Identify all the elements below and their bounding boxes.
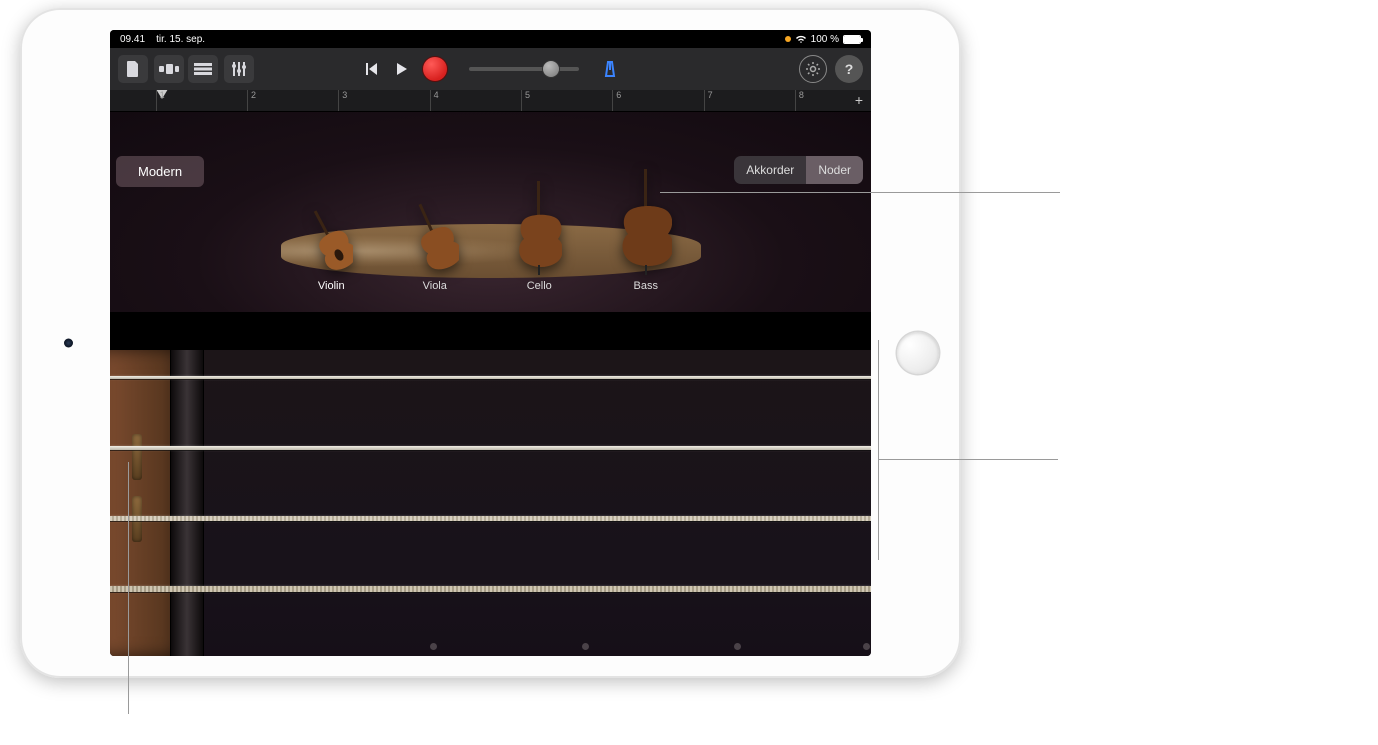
play-button[interactable] [393, 61, 409, 77]
track-controls-button[interactable] [224, 55, 254, 83]
nut [170, 350, 204, 656]
instrument-label: Bass [634, 280, 658, 292]
mode-segment[interactable]: Akkorder Noder [734, 156, 863, 184]
status-date: tir. 15. sep. [156, 34, 205, 45]
instrument-cello[interactable]: Cello [516, 181, 562, 292]
screen: 09.41 tir. 15. sep. 100 % [110, 30, 871, 656]
bar-marker: 2 [247, 90, 256, 111]
tracks-view-button[interactable] [188, 55, 218, 83]
string-4[interactable] [110, 586, 871, 592]
bar-marker: 1 [156, 90, 165, 111]
stage: Violin Viola [281, 168, 701, 298]
bar-marker: 8 [795, 90, 804, 111]
instrument-viola[interactable]: Viola [411, 199, 459, 292]
fret-marker [430, 643, 437, 650]
instrument-label: Viola [423, 280, 447, 292]
settings-button[interactable] [799, 55, 827, 83]
ipad-frame: 09.41 tir. 15. sep. 100 % [20, 8, 961, 678]
volume-knob[interactable] [543, 61, 559, 77]
instrument-browser-button[interactable] [154, 55, 184, 83]
status-right: 100 % [785, 34, 861, 45]
master-volume-slider[interactable] [469, 67, 579, 71]
string-1[interactable] [110, 376, 871, 379]
record-button[interactable] [423, 57, 447, 81]
style-label: Modern [138, 164, 182, 179]
fret-marker [582, 643, 589, 650]
go-to-start-button[interactable] [363, 61, 379, 77]
mode-akkorder[interactable]: Akkorder [734, 156, 806, 184]
callout-line [878, 340, 879, 560]
callout-line [128, 462, 129, 714]
instrument-stage: Modern Akkorder Noder [110, 112, 871, 312]
status-time: 09.41 [120, 34, 145, 45]
instrument-label: Cello [527, 280, 552, 292]
toolbar: ? [110, 48, 871, 90]
front-camera [64, 339, 73, 348]
timeline-ruler[interactable]: 1 2 3 4 5 6 7 8 + [110, 90, 871, 112]
callout-line [878, 459, 1058, 460]
fret-marker [734, 643, 741, 650]
help-button[interactable]: ? [835, 55, 863, 83]
touch-instrument-strings[interactable] [110, 350, 871, 656]
status-bar: 09.41 tir. 15. sep. 100 % [110, 30, 871, 48]
instrument-row: Violin Viola [281, 169, 701, 292]
metronome-button[interactable] [601, 60, 619, 78]
bar-marker: 7 [704, 90, 713, 111]
instrument-bass[interactable]: Bass [620, 169, 672, 292]
battery-pct: 100 % [811, 34, 839, 45]
wifi-icon [795, 34, 807, 44]
callout-line [660, 192, 1060, 193]
mysongs-button[interactable] [118, 55, 148, 83]
bar-marker: 4 [430, 90, 439, 111]
instrument-label: Violin [318, 280, 345, 292]
battery-icon [843, 35, 861, 44]
bar-marker: 5 [521, 90, 530, 111]
mode-noder[interactable]: Noder [806, 156, 863, 184]
style-button[interactable]: Modern [116, 156, 204, 187]
recording-indicator-dot-icon [785, 36, 791, 42]
status-left: 09.41 tir. 15. sep. [120, 34, 205, 45]
string-3[interactable] [110, 516, 871, 521]
string-2[interactable] [110, 446, 871, 450]
instrument-violin[interactable]: Violin [309, 205, 353, 292]
fret-marker [863, 643, 870, 650]
add-section-button[interactable]: + [851, 92, 867, 108]
tuning-peg [132, 434, 142, 480]
home-button[interactable] [897, 332, 939, 374]
bar-marker: 3 [338, 90, 347, 111]
bar-marker: 6 [612, 90, 621, 111]
